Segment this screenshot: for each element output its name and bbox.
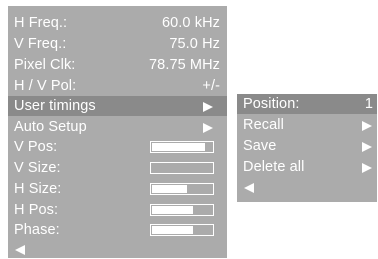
v-pos-label: V Pos: [14, 139, 58, 155]
right-arrow-icon [203, 102, 213, 112]
position-label: Position: [243, 96, 300, 112]
h-freq-row: H Freq.: 60.0 kHz [8, 13, 227, 33]
main-menu-panel: H Freq.: 60.0 kHz V Freq.: 75.0 Hz Pixel… [8, 6, 227, 258]
menu-item-phase[interactable]: Phase: [8, 220, 227, 240]
right-arrow-icon [362, 121, 372, 131]
h-size-slider[interactable] [150, 183, 214, 195]
v-size-label: V Size: [14, 160, 61, 176]
v-freq-row: V Freq.: 75.0 Hz [8, 34, 227, 54]
submenu-item-save[interactable]: Save [237, 136, 377, 156]
recall-label: Recall [243, 117, 284, 133]
h-freq-value: 60.0 kHz [161, 15, 220, 31]
h-size-slider-fill [152, 185, 187, 193]
submenu-item-delete-all[interactable]: Delete all [237, 157, 377, 177]
menu-item-h-pos[interactable]: H Pos: [8, 200, 227, 220]
menu-item-back[interactable] [8, 239, 227, 259]
menu-item-user-timings[interactable]: User timings [8, 96, 227, 116]
right-arrow-icon [362, 163, 372, 173]
delete-all-label: Delete all [243, 159, 305, 175]
v-pos-slider[interactable] [150, 141, 214, 153]
h-pos-slider[interactable] [150, 204, 214, 216]
position-value: 1 [364, 96, 373, 112]
save-label: Save [243, 138, 277, 154]
v-pos-slider-fill [152, 143, 205, 151]
right-arrow-icon [362, 142, 372, 152]
menu-item-auto-setup[interactable]: Auto Setup [8, 117, 227, 137]
user-timings-submenu: Position: 1 Recall Save Delete all [237, 94, 377, 202]
hv-pol-label: H / V Pol: [14, 78, 77, 94]
submenu-item-back[interactable] [237, 177, 377, 197]
user-timings-label: User timings [14, 98, 96, 114]
phase-label: Phase: [14, 222, 60, 238]
menu-item-v-size[interactable]: V Size: [8, 158, 227, 178]
submenu-item-position[interactable]: Position: 1 [237, 94, 377, 114]
v-size-slider[interactable] [150, 162, 214, 174]
menu-item-v-pos[interactable]: V Pos: [8, 137, 227, 157]
hv-pol-value: +/- [202, 78, 220, 94]
h-size-label: H Size: [14, 181, 62, 197]
h-freq-label: H Freq.: [14, 15, 68, 31]
h-pos-label: H Pos: [14, 202, 59, 218]
auto-setup-label: Auto Setup [14, 119, 87, 135]
v-freq-label: V Freq.: [14, 36, 67, 52]
phase-slider[interactable] [150, 224, 214, 236]
right-arrow-icon [203, 123, 213, 133]
menu-item-h-size[interactable]: H Size: [8, 179, 227, 199]
v-freq-value: 75.0 Hz [169, 36, 220, 52]
pixel-clk-label: Pixel Clk: [14, 57, 76, 73]
left-arrow-icon [244, 183, 254, 193]
phase-slider-fill [152, 226, 193, 234]
hv-pol-row: H / V Pol: +/- [8, 76, 227, 96]
pixel-clk-row: Pixel Clk: 78.75 MHz [8, 55, 227, 75]
pixel-clk-value: 78.75 MHz [148, 57, 220, 73]
left-arrow-icon [15, 245, 25, 255]
submenu-item-recall[interactable]: Recall [237, 115, 377, 135]
h-pos-slider-fill [152, 206, 193, 214]
